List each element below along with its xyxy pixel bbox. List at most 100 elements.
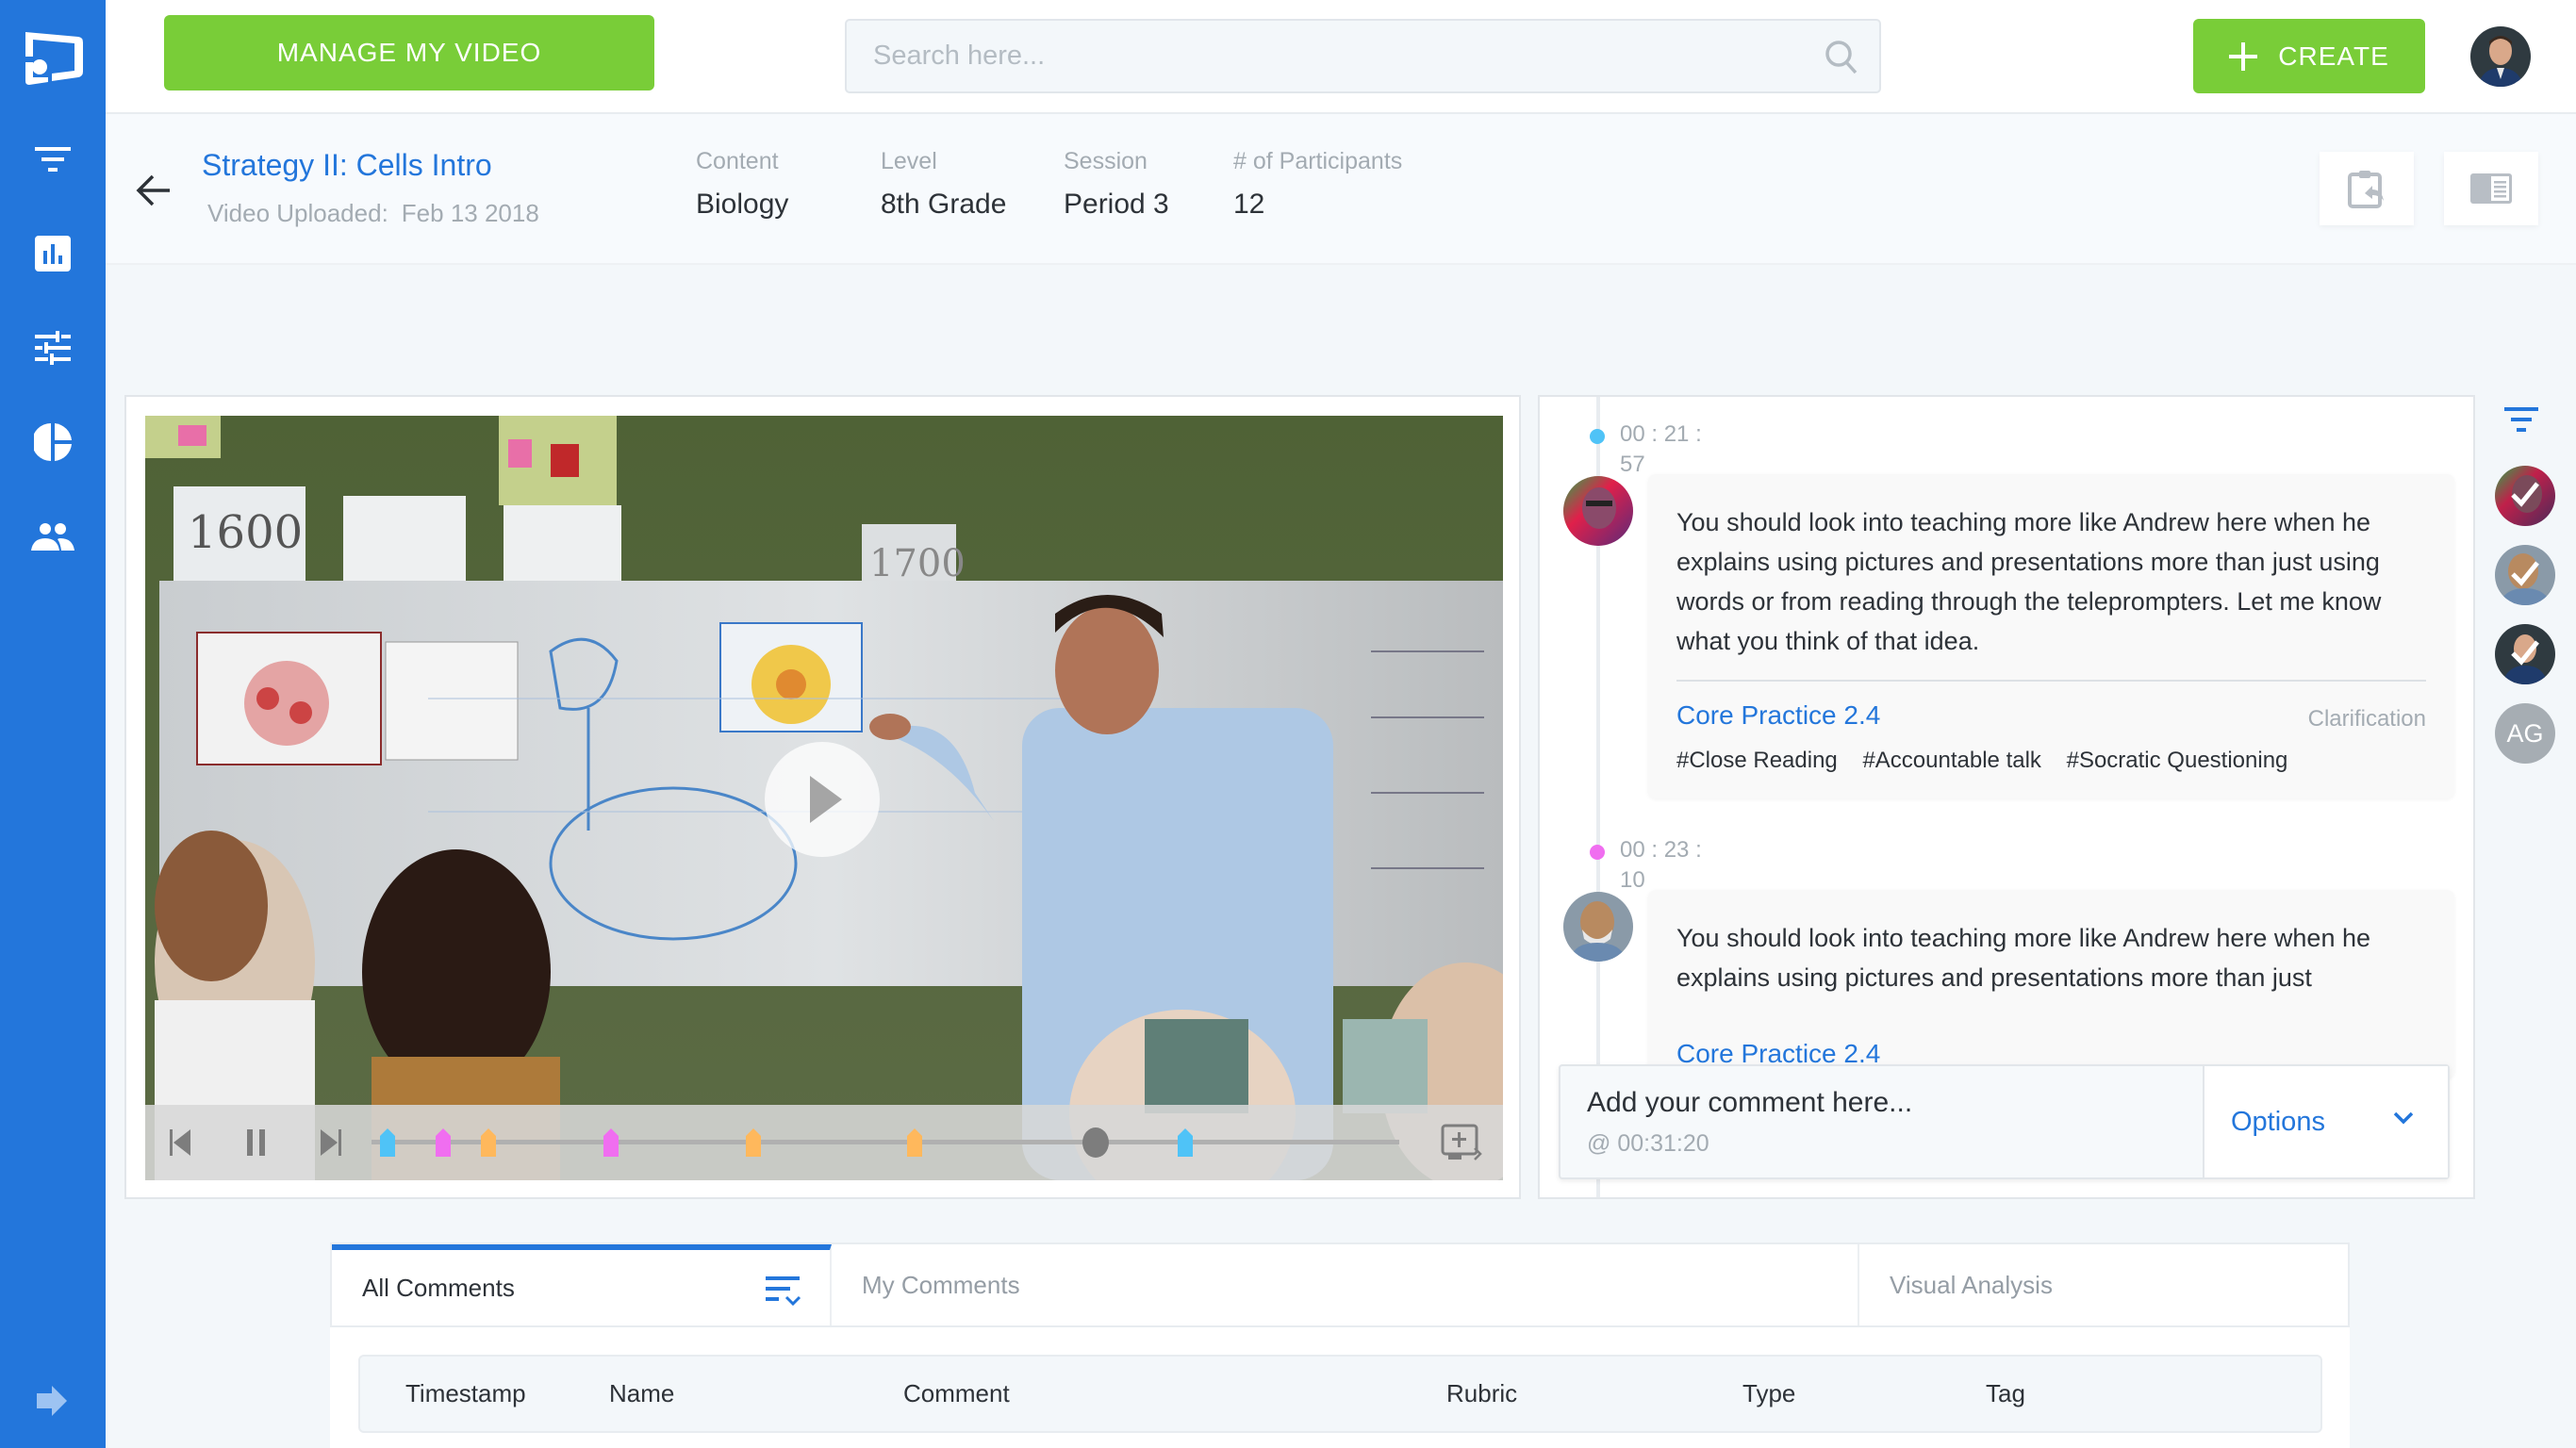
pause-icon[interactable] bbox=[245, 1127, 268, 1158]
video-title[interactable]: Strategy II: Cells Intro bbox=[202, 148, 492, 183]
sidebar-item-users[interactable] bbox=[0, 514, 106, 559]
sidebar-item-filter[interactable] bbox=[0, 137, 106, 182]
comment-input[interactable]: Add your comment here... bbox=[1587, 1087, 1912, 1119]
commenter-photo bbox=[1563, 476, 1633, 546]
meta-value: Biology bbox=[696, 189, 789, 220]
comment-type: Clarification bbox=[2307, 706, 2426, 732]
clipboard-reply-icon bbox=[2348, 171, 2384, 208]
playhead-scrubber[interactable] bbox=[1082, 1127, 1110, 1158]
meta-value: Period 3 bbox=[1064, 189, 1169, 220]
create-button[interactable]: CREATE bbox=[2193, 19, 2425, 93]
column-header-rubric[interactable]: Rubric bbox=[1446, 1379, 1517, 1408]
check-icon bbox=[2511, 561, 2539, 586]
manage-my-video-button[interactable]: MANAGE MY VIDEO bbox=[164, 15, 654, 90]
sort-filter-icon[interactable] bbox=[766, 1275, 803, 1307]
comment-meta: Core Practice 2.4 bbox=[1676, 1020, 2426, 1069]
seek-bar[interactable] bbox=[372, 1140, 1399, 1144]
table-header: Timestamp Name Comment Rubric Type Tag bbox=[358, 1355, 2322, 1433]
rubric-link[interactable]: Core Practice 2.4 bbox=[1676, 700, 1880, 731]
app-logo[interactable] bbox=[0, 21, 106, 94]
video-info-bar: Strategy II: Cells Intro Video Uploaded:… bbox=[106, 114, 2576, 265]
video-panel: 1600 1700 bbox=[124, 395, 1521, 1199]
commenter-avatar[interactable] bbox=[1563, 476, 1633, 546]
tag[interactable]: #Socratic Questioning bbox=[2067, 748, 2288, 773]
comment-marker-dot bbox=[1590, 429, 1605, 444]
options-dropdown[interactable]: Options bbox=[2203, 1066, 2448, 1177]
options-label: Options bbox=[2231, 1106, 2325, 1137]
participant-avatar[interactable] bbox=[2495, 624, 2555, 684]
comment-marker[interactable] bbox=[380, 1128, 396, 1157]
panel-layout-icon bbox=[2470, 173, 2512, 204]
comment-marker[interactable] bbox=[603, 1128, 619, 1157]
tab-all-comments[interactable]: All Comments bbox=[332, 1244, 832, 1325]
toggle-panel-button[interactable] bbox=[2444, 152, 2538, 225]
add-clip-icon[interactable] bbox=[1441, 1124, 1484, 1161]
user-avatar[interactable] bbox=[2470, 26, 2531, 87]
comments-table: Timestamp Name Comment Rubric Type Tag bbox=[330, 1327, 2350, 1448]
column-header-type[interactable]: Type bbox=[1742, 1379, 1795, 1408]
tab-my-comments[interactable]: My Comments bbox=[832, 1244, 1859, 1325]
pie-chart-icon bbox=[34, 423, 72, 461]
comment-card: You should look into teaching more like … bbox=[1648, 474, 2454, 798]
tab-label: My Comments bbox=[862, 1270, 1020, 1299]
comment-text: You should look into teaching more like … bbox=[1676, 924, 2370, 992]
tag[interactable]: #Close Reading bbox=[1676, 748, 1838, 773]
check-icon bbox=[2511, 640, 2539, 666]
tab-label: All Comments bbox=[362, 1273, 515, 1302]
sidebar-item-analytics[interactable] bbox=[0, 231, 106, 276]
sidebar-expand[interactable] bbox=[0, 1378, 106, 1423]
timestamp-part: 00 : 21 : bbox=[1620, 421, 1702, 447]
meta-label: # of Participants bbox=[1233, 148, 1403, 174]
comment-marker[interactable] bbox=[746, 1128, 762, 1157]
comment-input-timestamp: @ 00:31:20 bbox=[1587, 1130, 1709, 1157]
sidebar-item-settings[interactable] bbox=[0, 325, 106, 370]
comment-timestamp[interactable]: 00 : 23 : 10 bbox=[1620, 835, 1724, 896]
meta-level: Level 8th Grade bbox=[881, 148, 1006, 221]
comment-marker[interactable] bbox=[1178, 1128, 1194, 1157]
column-header-tag[interactable]: Tag bbox=[1986, 1379, 2025, 1408]
comment-meta: Core Practice 2.4 Clarification bbox=[1676, 682, 2426, 732]
video-player[interactable]: 1600 1700 bbox=[145, 416, 1503, 1180]
timestamp-part: 00 : 23 : bbox=[1620, 837, 1702, 863]
upload-info: Video Uploaded: Feb 13 2018 bbox=[207, 199, 539, 228]
play-button[interactable] bbox=[765, 742, 880, 857]
skip-back-icon[interactable] bbox=[170, 1127, 192, 1158]
uploaded-date: Feb 13 2018 bbox=[401, 199, 539, 227]
comment-marker[interactable] bbox=[436, 1128, 452, 1157]
sidebar-item-reports[interactable] bbox=[0, 420, 106, 465]
tune-icon bbox=[35, 331, 71, 365]
meta-label: Content bbox=[696, 148, 779, 174]
search-input[interactable] bbox=[847, 21, 1879, 91]
search-icon[interactable] bbox=[1825, 40, 1858, 75]
participant-avatar[interactable] bbox=[2495, 545, 2555, 605]
tag-list: #Close Reading #Accountable talk #Socrat… bbox=[1676, 748, 2426, 798]
column-header-timestamp[interactable]: Timestamp bbox=[405, 1379, 526, 1408]
meta-label: Level bbox=[881, 148, 937, 174]
commenter-avatar[interactable] bbox=[1563, 892, 1633, 962]
column-header-name[interactable]: Name bbox=[609, 1379, 674, 1408]
create-label: CREATE bbox=[2278, 41, 2389, 71]
share-clipboard-button[interactable] bbox=[2320, 152, 2414, 225]
logo-icon bbox=[25, 32, 83, 85]
participant-initials-avatar[interactable]: AG bbox=[2495, 703, 2555, 764]
column-header-comment[interactable]: Comment bbox=[903, 1379, 1010, 1408]
add-comment-box: Add your comment here... @ 00:31:20 Opti… bbox=[1559, 1064, 2450, 1179]
comments-tabs: All Comments My Comments Visual Analysis bbox=[330, 1242, 2350, 1327]
comment-card: You should look into teaching more like … bbox=[1648, 890, 2454, 1078]
participant-filter-icon[interactable] bbox=[2502, 405, 2540, 436]
participant-avatar[interactable] bbox=[2495, 466, 2555, 526]
top-bar: MANAGE MY VIDEO CREATE bbox=[106, 0, 2576, 114]
back-arrow-icon[interactable] bbox=[136, 173, 172, 208]
tab-visual-analysis[interactable]: Visual Analysis bbox=[1859, 1244, 2348, 1325]
comment-marker[interactable] bbox=[906, 1128, 922, 1157]
bar-chart-icon bbox=[35, 236, 71, 272]
comment-timestamp[interactable]: 00 : 21 : 57 bbox=[1620, 420, 1724, 480]
svg-text:1700: 1700 bbox=[869, 542, 966, 585]
plus-icon bbox=[2229, 41, 2258, 71]
chevron-down-icon bbox=[2393, 1111, 2414, 1125]
tag[interactable]: #Accountable talk bbox=[1862, 748, 2040, 773]
comment-marker-dot bbox=[1590, 845, 1605, 860]
skip-forward-icon[interactable] bbox=[319, 1127, 341, 1158]
sidebar bbox=[0, 0, 106, 1448]
comment-marker[interactable] bbox=[481, 1128, 497, 1157]
